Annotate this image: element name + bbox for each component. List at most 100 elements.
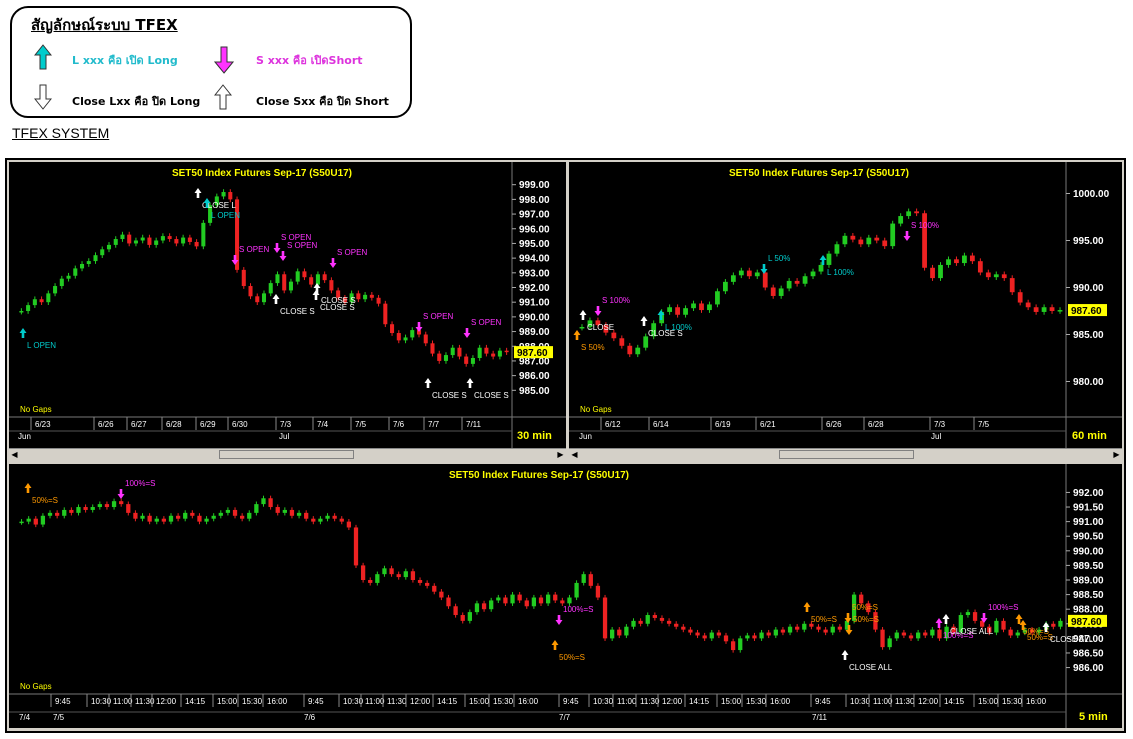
chart-background	[9, 162, 566, 448]
candle-body	[759, 632, 764, 639]
candle-body	[423, 334, 428, 344]
long-arrow-icon	[34, 44, 52, 70]
scroll-right-icon[interactable]: ▶	[1111, 449, 1122, 460]
scroll-right-icon[interactable]: ▶	[555, 449, 566, 460]
candle-body	[369, 294, 374, 298]
y-tick-label: 993.00	[519, 268, 550, 279]
x-tick-label: 7/5	[978, 420, 990, 429]
timeframe-label: 60 min	[1072, 430, 1107, 442]
candle-body	[818, 264, 824, 272]
y-tick-label: 992.00	[1073, 488, 1104, 499]
candle-body	[175, 515, 181, 519]
signal-label: S OPEN	[337, 248, 367, 257]
candle-body	[675, 307, 680, 315]
x-tick-label: 7/3	[934, 420, 946, 429]
legend-close-short: Close Sxx คือ ปิด Short	[256, 95, 389, 108]
x-period-label: 7/5	[53, 713, 65, 722]
chart-title: SET50 Index Futures Sep-17 (S50U17)	[449, 470, 629, 481]
candle-body	[610, 629, 615, 639]
last-price-label: 987.60	[1071, 617, 1102, 628]
candle-body	[154, 240, 159, 245]
candle-body	[723, 281, 728, 292]
timeframe-label: 5 min	[1079, 711, 1108, 723]
candle-body	[588, 574, 593, 586]
chart-30min-scrollbar[interactable]: ◀ ▶	[9, 448, 566, 461]
candle-body	[635, 347, 641, 355]
no-gaps-label: No Gaps	[20, 682, 52, 691]
candle-body	[595, 585, 601, 598]
signal-label: 50%=S	[852, 603, 878, 612]
candle-body	[574, 582, 579, 598]
chart-60min-scrollbar[interactable]: ◀ ▶	[569, 448, 1122, 461]
candle-body	[248, 286, 253, 297]
y-tick-label: 986.00	[1073, 663, 1104, 674]
candle-body	[786, 280, 792, 289]
last-price-label: 987.60	[1071, 306, 1102, 317]
candle-body	[288, 281, 293, 291]
candle-body	[969, 255, 975, 262]
candle-body	[972, 612, 978, 621]
candle-body	[946, 259, 951, 265]
candle-body	[809, 623, 814, 627]
candle-body	[674, 623, 679, 627]
x-tick-label: 9:45	[563, 697, 579, 706]
candle-body	[282, 274, 287, 291]
x-tick-label: 14:15	[944, 697, 965, 706]
candle-body	[464, 356, 469, 364]
signal-label: S OPEN	[471, 318, 501, 327]
candle-body	[874, 237, 880, 241]
candle-body	[439, 591, 444, 598]
candle-body	[691, 303, 696, 309]
signal-label: S OPEN	[423, 312, 453, 321]
candle-body	[396, 333, 401, 341]
candle-body	[127, 234, 132, 244]
candle-body	[723, 635, 729, 642]
signal-label: L OPEN	[211, 211, 240, 220]
scroll-left-icon[interactable]: ◀	[9, 449, 20, 460]
candle-body	[247, 512, 252, 519]
candle-body	[666, 620, 672, 624]
candle-body	[619, 338, 625, 346]
scroll-thumb[interactable]	[219, 450, 354, 459]
scroll-left-icon[interactable]: ◀	[569, 449, 580, 460]
candle-body	[47, 512, 53, 516]
candle-body	[906, 211, 912, 217]
candle-body	[627, 345, 633, 355]
y-tick-label: 988.50	[1073, 590, 1104, 601]
candle-body	[232, 509, 238, 516]
candle-body	[322, 274, 327, 281]
candle-body	[567, 597, 572, 604]
y-tick-label: 988.00	[1073, 605, 1104, 616]
candle-body	[282, 509, 287, 513]
candle-body	[531, 597, 537, 607]
candle-body	[32, 299, 37, 306]
x-tick-label: 6/30	[232, 420, 248, 429]
candle-body	[1025, 302, 1031, 308]
candle-body	[754, 272, 760, 277]
candle-body	[842, 235, 848, 245]
candle-body	[26, 305, 31, 311]
y-tick-label: 991.50	[1073, 503, 1104, 514]
x-tick-label: 6/26	[826, 420, 842, 429]
y-tick-label: 991.00	[519, 298, 550, 309]
candle-body	[375, 574, 380, 583]
candle-body	[496, 597, 501, 601]
candle-body	[730, 641, 736, 651]
candle-body	[699, 303, 704, 311]
signal-label: CLOSE S	[474, 391, 509, 400]
candle-body	[780, 629, 786, 633]
chart-5min: SET50 Index Futures Sep-17 (S50U17) 992.0…	[9, 464, 1122, 728]
x-tick-label: 6/28	[868, 420, 884, 429]
signal-label: CLOSE	[587, 323, 614, 332]
candle-body	[201, 222, 206, 247]
close-short-arrow-icon	[214, 84, 232, 110]
candle-body	[894, 632, 899, 639]
candle-body	[363, 294, 368, 300]
scroll-thumb[interactable]	[779, 450, 914, 459]
legend-box: สัญลักษณ์ระบบ TFEX L xxx คือ เปิด Long S…	[10, 6, 412, 118]
x-tick-label: 10:30	[850, 697, 871, 706]
signal-label: S 100%	[602, 296, 630, 305]
signal-label: L 50%	[768, 254, 790, 263]
candle-body	[93, 255, 98, 262]
candle-body	[167, 236, 172, 240]
